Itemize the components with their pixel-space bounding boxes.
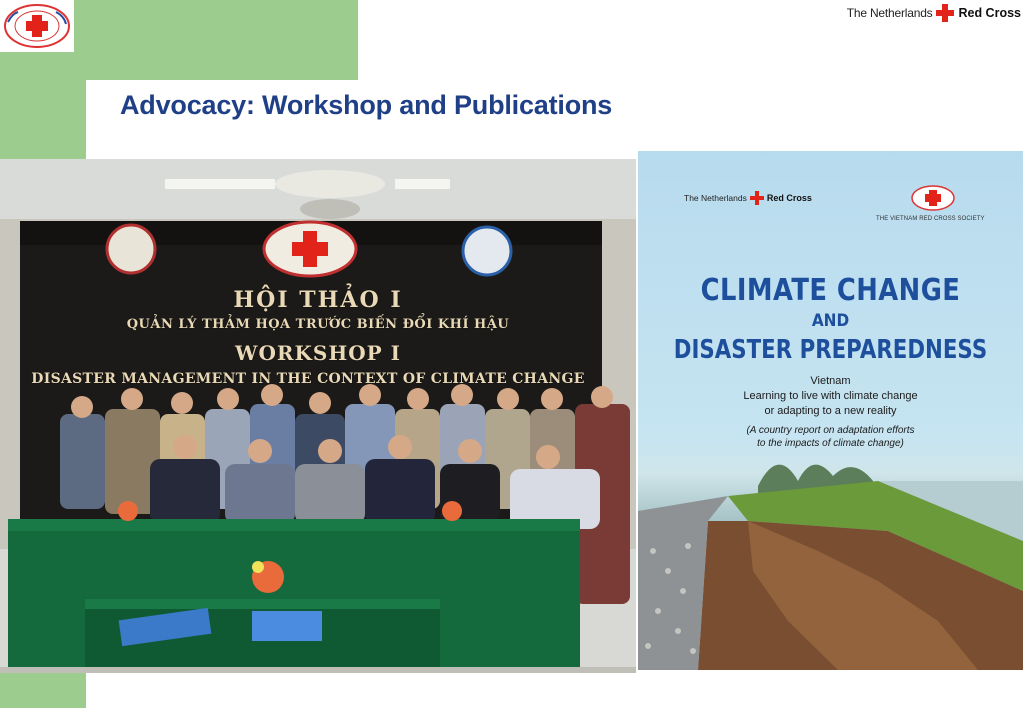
publication-cover: The Netherlands Red Cross THE VIETNAM RE… [638,151,1023,670]
cover-society-name: THE VIETNAM RED CROSS SOCIETY [876,216,985,222]
cover-title-line-1: CLIMATE CHANGE [700,273,961,308]
workshop-photo: HỘI THẢO I QUẢN LÝ THẢM HỌA TRƯỚC BIẾN Đ… [0,159,636,673]
cover-title-line-3: DISASTER PREPAREDNESS [673,335,988,365]
cover-note-line-1: (A country report on adaptation efforts [746,425,915,436]
vietnam-red-cross-logo [0,0,74,52]
brand-country: The Netherlands [846,6,933,20]
red-cross-icon [749,191,764,205]
cover-subtitle-line-3: or adapting to a new reality [764,405,897,417]
cover-brand-org: Red Cross [766,193,812,203]
netherlands-red-cross-brand: The Netherlands Red Cross [847,3,1021,23]
brand-org: Red Cross [958,6,1021,20]
page-title: Advocacy: Workshop and Publications [120,90,613,120]
cover-netherlands-brand: The Netherlands Red Cross [684,191,812,205]
banner-line-4: DISASTER MANAGEMENT IN THE CONTEXT OF CL… [31,371,585,387]
cover-note-line-2: to the impacts of climate change) [757,438,904,449]
banner-line-1: HỘI THẢO I [233,287,403,313]
banner-line-3: WORKSHOP I [234,341,401,365]
workshop-photo-illustration [0,159,636,673]
red-cross-icon [936,4,955,22]
cover-subtitle-line-1: Vietnam [810,375,851,387]
cover-brand-country: The Netherlands [684,193,747,203]
vietnam-red-cross-emblem-icon [4,4,70,48]
cover-title-line-2: AND [811,311,850,331]
banner-line-2: QUẢN LÝ THẢM HỌA TRƯỚC BIẾN ĐỔI KHÍ HẬU [126,317,510,332]
cover-subtitle-line-2: Learning to live with climate change [743,390,918,402]
vietnam-red-cross-emblem-icon [911,185,955,211]
